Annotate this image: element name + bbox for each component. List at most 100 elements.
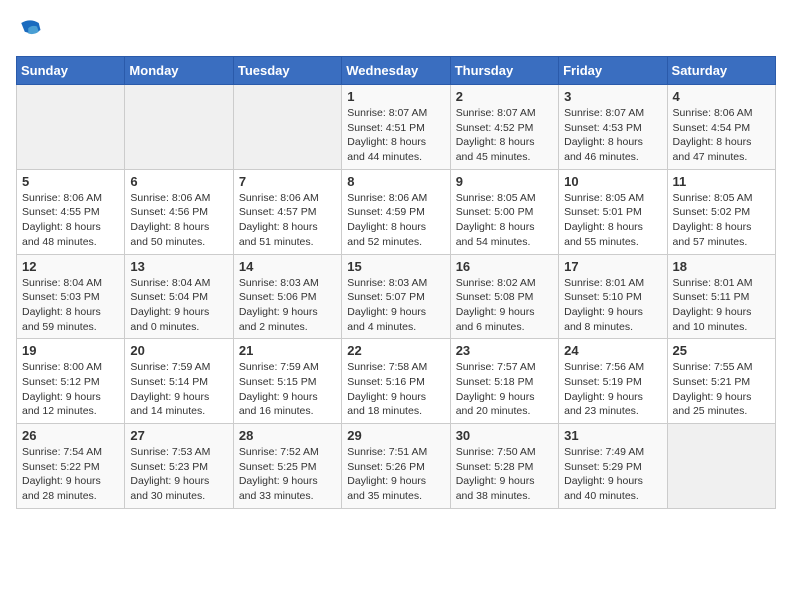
day-info: Sunrise: 8:06 AM Sunset: 4:55 PM Dayligh…: [22, 191, 119, 250]
calendar-cell: 30Sunrise: 7:50 AM Sunset: 5:28 PM Dayli…: [450, 424, 558, 509]
day-number: 19: [22, 343, 119, 358]
day-info: Sunrise: 8:07 AM Sunset: 4:53 PM Dayligh…: [564, 106, 661, 165]
calendar-cell: 17 Sunrise: 8:01 AM Sunset: 5:10 PM Dayli…: [559, 254, 667, 339]
day-number: 25: [673, 343, 770, 358]
day-info: Sunrise: 8:07 AM Sunset: 4:52 PM Dayligh…: [456, 106, 553, 165]
day-info: Sunrise: 8:01 AM Sunset: 5:11 PM Dayligh…: [673, 276, 770, 335]
calendar-cell: 19 Sunrise: 8:00 AM Sunset: 5:12 PM Dayli…: [17, 339, 125, 424]
day-header-wednesday: Wednesday: [342, 57, 450, 85]
day-info: Sunrise: 8:00 AM Sunset: 5:12 PM Dayligh…: [22, 360, 119, 419]
day-info: Sunrise: 8:07 AM Sunset: 4:51 PM Dayligh…: [347, 106, 444, 165]
calendar-cell: 28 Sunrise: 7:52 AM Sunset: 5:25 PM Dayli…: [233, 424, 341, 509]
day-number: 17: [564, 259, 661, 274]
calendar-cell: 31 Sunrise: 7:49 AM Sunset: 5:29 PM Dayli…: [559, 424, 667, 509]
day-number: 23: [456, 343, 553, 358]
day-number: 31: [564, 428, 661, 443]
day-info: Sunrise: 8:02 AM Sunset: 5:08 PM Dayligh…: [456, 276, 553, 335]
day-number: 15: [347, 259, 444, 274]
day-info: Sunrise: 7:52 AM Sunset: 5:25 PM Dayligh…: [239, 445, 336, 504]
day-info: Sunrise: 8:06 AM Sunset: 4:54 PM Dayligh…: [673, 106, 770, 165]
day-info: Sunrise: 7:57 AM Sunset: 5:18 PM Dayligh…: [456, 360, 553, 419]
calendar-cell: 24 Sunrise: 7:56 AM Sunset: 5:19 PM Dayli…: [559, 339, 667, 424]
day-info: Sunrise: 8:06 AM Sunset: 4:59 PM Dayligh…: [347, 191, 444, 250]
day-info: Sunrise: 8:03 AM Sunset: 5:06 PM Dayligh…: [239, 276, 336, 335]
days-header-row: SundayMondayTuesdayWednesdayThursdayFrid…: [17, 57, 776, 85]
calendar-cell: [667, 424, 775, 509]
day-number: 5: [22, 174, 119, 189]
logo: [16, 16, 48, 44]
calendar-cell: 8 Sunrise: 8:06 AM Sunset: 4:59 PM Daylig…: [342, 169, 450, 254]
day-number: 21: [239, 343, 336, 358]
day-number: 27: [130, 428, 227, 443]
day-header-saturday: Saturday: [667, 57, 775, 85]
calendar-cell: 2 Sunrise: 8:07 AM Sunset: 4:52 PM Daylig…: [450, 85, 558, 170]
calendar-cell: 6Sunrise: 8:06 AM Sunset: 4:56 PM Daylig…: [125, 169, 233, 254]
day-info: Sunrise: 8:04 AM Sunset: 5:03 PM Dayligh…: [22, 276, 119, 335]
day-number: 24: [564, 343, 661, 358]
calendar-cell: 27 Sunrise: 7:53 AM Sunset: 5:23 PM Dayli…: [125, 424, 233, 509]
calendar-cell: 23 Sunrise: 7:57 AM Sunset: 5:18 PM Dayli…: [450, 339, 558, 424]
day-number: 16: [456, 259, 553, 274]
calendar-table: SundayMondayTuesdayWednesdayThursdayFrid…: [16, 56, 776, 509]
day-header-sunday: Sunday: [17, 57, 125, 85]
calendar-cell: 29 Sunrise: 7:51 AM Sunset: 5:26 PM Dayli…: [342, 424, 450, 509]
calendar-cell: 7Sunrise: 8:06 AM Sunset: 4:57 PM Daylig…: [233, 169, 341, 254]
day-info: Sunrise: 7:55 AM Sunset: 5:21 PM Dayligh…: [673, 360, 770, 419]
calendar-cell: [233, 85, 341, 170]
day-number: 13: [130, 259, 227, 274]
logo-icon: [16, 16, 44, 44]
day-number: 18: [673, 259, 770, 274]
day-number: 29: [347, 428, 444, 443]
day-number: 4: [673, 89, 770, 104]
day-info: Sunrise: 7:59 AM Sunset: 5:14 PM Dayligh…: [130, 360, 227, 419]
day-info: Sunrise: 8:01 AM Sunset: 5:10 PM Dayligh…: [564, 276, 661, 335]
calendar-cell: 4 Sunrise: 8:06 AM Sunset: 4:54 PM Daylig…: [667, 85, 775, 170]
calendar-cell: 18 Sunrise: 8:01 AM Sunset: 5:11 PM Dayli…: [667, 254, 775, 339]
day-number: 10: [564, 174, 661, 189]
calendar-cell: 13 Sunrise: 8:04 AM Sunset: 5:04 PM Dayli…: [125, 254, 233, 339]
calendar-cell: [125, 85, 233, 170]
day-info: Sunrise: 8:05 AM Sunset: 5:01 PM Dayligh…: [564, 191, 661, 250]
day-info: Sunrise: 7:56 AM Sunset: 5:19 PM Dayligh…: [564, 360, 661, 419]
calendar-cell: 26 Sunrise: 7:54 AM Sunset: 5:22 PM Dayli…: [17, 424, 125, 509]
week-row-1: 1 Sunrise: 8:07 AM Sunset: 4:51 PM Daylig…: [17, 85, 776, 170]
day-info: Sunrise: 8:06 AM Sunset: 4:56 PM Dayligh…: [130, 191, 227, 250]
calendar-cell: 11Sunrise: 8:05 AM Sunset: 5:02 PM Dayli…: [667, 169, 775, 254]
day-header-monday: Monday: [125, 57, 233, 85]
page-header: [16, 16, 776, 44]
day-number: 8: [347, 174, 444, 189]
day-info: Sunrise: 8:05 AM Sunset: 5:02 PM Dayligh…: [673, 191, 770, 250]
day-info: Sunrise: 7:49 AM Sunset: 5:29 PM Dayligh…: [564, 445, 661, 504]
calendar-cell: 16 Sunrise: 8:02 AM Sunset: 5:08 PM Dayli…: [450, 254, 558, 339]
calendar-cell: [17, 85, 125, 170]
day-info: Sunrise: 7:50 AM Sunset: 5:28 PM Dayligh…: [456, 445, 553, 504]
day-number: 1: [347, 89, 444, 104]
day-number: 9: [456, 174, 553, 189]
day-info: Sunrise: 7:58 AM Sunset: 5:16 PM Dayligh…: [347, 360, 444, 419]
day-info: Sunrise: 7:53 AM Sunset: 5:23 PM Dayligh…: [130, 445, 227, 504]
day-number: 28: [239, 428, 336, 443]
day-number: 26: [22, 428, 119, 443]
day-number: 22: [347, 343, 444, 358]
day-header-thursday: Thursday: [450, 57, 558, 85]
day-info: Sunrise: 7:51 AM Sunset: 5:26 PM Dayligh…: [347, 445, 444, 504]
week-row-2: 5 Sunrise: 8:06 AM Sunset: 4:55 PM Daylig…: [17, 169, 776, 254]
calendar-cell: 9 Sunrise: 8:05 AM Sunset: 5:00 PM Daylig…: [450, 169, 558, 254]
day-number: 2: [456, 89, 553, 104]
day-number: 14: [239, 259, 336, 274]
calendar-cell: 12 Sunrise: 8:04 AM Sunset: 5:03 PM Dayli…: [17, 254, 125, 339]
day-info: Sunrise: 8:05 AM Sunset: 5:00 PM Dayligh…: [456, 191, 553, 250]
calendar-cell: 3 Sunrise: 8:07 AM Sunset: 4:53 PM Daylig…: [559, 85, 667, 170]
calendar-cell: 25 Sunrise: 7:55 AM Sunset: 5:21 PM Dayli…: [667, 339, 775, 424]
calendar-cell: 15Sunrise: 8:03 AM Sunset: 5:07 PM Dayli…: [342, 254, 450, 339]
day-info: Sunrise: 8:06 AM Sunset: 4:57 PM Dayligh…: [239, 191, 336, 250]
calendar-cell: 14 Sunrise: 8:03 AM Sunset: 5:06 PM Dayli…: [233, 254, 341, 339]
day-info: Sunrise: 8:04 AM Sunset: 5:04 PM Dayligh…: [130, 276, 227, 335]
day-info: Sunrise: 7:54 AM Sunset: 5:22 PM Dayligh…: [22, 445, 119, 504]
day-number: 3: [564, 89, 661, 104]
day-info: Sunrise: 7:59 AM Sunset: 5:15 PM Dayligh…: [239, 360, 336, 419]
week-row-5: 26 Sunrise: 7:54 AM Sunset: 5:22 PM Dayli…: [17, 424, 776, 509]
day-number: 12: [22, 259, 119, 274]
week-row-3: 12 Sunrise: 8:04 AM Sunset: 5:03 PM Dayli…: [17, 254, 776, 339]
week-row-4: 19 Sunrise: 8:00 AM Sunset: 5:12 PM Dayli…: [17, 339, 776, 424]
